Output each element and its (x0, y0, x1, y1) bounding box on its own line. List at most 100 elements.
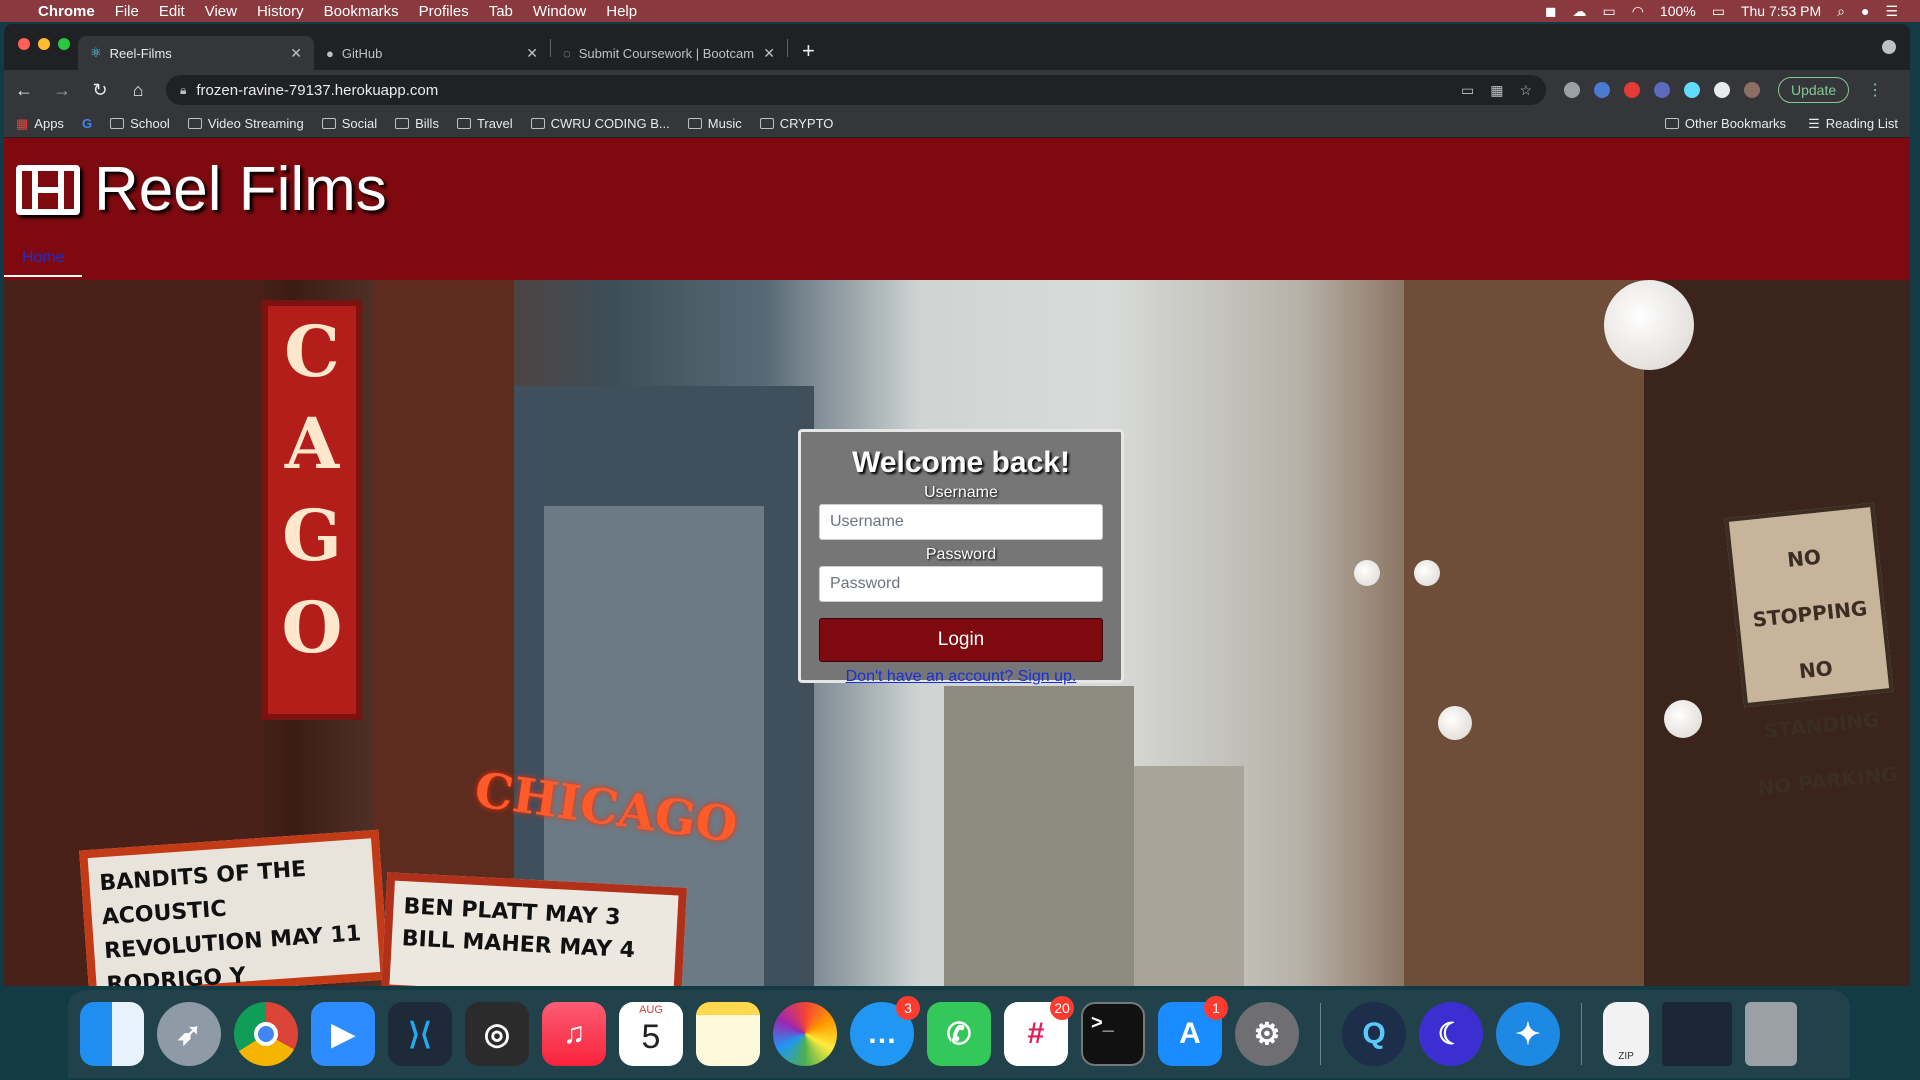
siri-icon[interactable]: ● (1861, 3, 1869, 19)
control-center-icon[interactable]: ☰ (1885, 3, 1898, 20)
login-button[interactable]: Login (819, 618, 1103, 662)
music-icon[interactable]: ♫ (542, 1002, 606, 1066)
bookmark-apps[interactable]: ▦ Apps (16, 116, 64, 132)
street-lamp-globe (1354, 560, 1380, 586)
address-bar[interactable]: 🔒︎ frozen-ravine-79137.herokuapp.com ▭ ▦… (166, 75, 1546, 105)
macos-menu-bar: Chrome File Edit View History Bookmarks … (0, 0, 1920, 22)
update-button[interactable]: Update (1778, 77, 1850, 103)
tab-submit-coursework[interactable]: ◌ Submit Coursework | Bootcamp ✕ (551, 36, 787, 70)
bookmark-school[interactable]: School (110, 116, 170, 131)
tab-search-icon[interactable] (1882, 40, 1896, 54)
extension-red-icon[interactable] (1624, 82, 1640, 98)
menu-history[interactable]: History (257, 3, 304, 20)
other-bookmarks[interactable]: Other Bookmarks (1664, 116, 1786, 132)
lock-icon[interactable]: 🔒︎ (180, 83, 186, 98)
bookmark-music[interactable]: Music (687, 116, 742, 131)
zip-file-icon[interactable]: ZIP (1603, 1002, 1649, 1066)
battery-percent: 100% (1659, 3, 1696, 19)
qr-code-icon[interactable]: ▦ (1490, 82, 1503, 99)
react-devtools-icon[interactable] (1684, 82, 1700, 98)
menu-edit[interactable]: Edit (159, 3, 185, 20)
app-store-icon[interactable]: A1 (1158, 996, 1228, 1066)
screen-mirror-icon[interactable]: ▭ (1602, 3, 1615, 20)
username-input[interactable] (819, 504, 1103, 540)
notes-icon[interactable] (696, 1002, 760, 1066)
wifi-icon[interactable]: ◠ (1632, 3, 1644, 20)
minimize-window-button[interactable] (38, 38, 50, 50)
folder-icon (456, 118, 471, 129)
finder-icon[interactable] (80, 1002, 144, 1066)
bookmark-cwru-coding[interactable]: CWRU CODING B... (530, 116, 670, 131)
extension-record-icon[interactable] (1564, 82, 1580, 98)
zoom-icon[interactable]: ▶ (311, 1002, 375, 1066)
bookmark-travel[interactable]: Travel (456, 116, 513, 131)
extension-badge-icon[interactable] (1654, 82, 1670, 98)
tab-close-icon[interactable]: ✕ (526, 45, 538, 62)
close-window-button[interactable] (18, 38, 30, 50)
signup-link[interactable]: Don't have an account? Sign up. (801, 668, 1121, 686)
facetime-icon[interactable]: ✆ (927, 1002, 991, 1066)
slack-icon[interactable]: #20 (1004, 996, 1074, 1066)
back-icon[interactable]: ← (14, 80, 34, 101)
kebab-menu-icon[interactable]: ⋮ (1867, 80, 1883, 100)
reload-icon[interactable]: ↻ (90, 80, 110, 101)
menu-tab[interactable]: Tab (489, 3, 513, 20)
tab-github[interactable]: ● GitHub ✕ (314, 36, 550, 70)
zip-label: ZIP (1618, 1051, 1634, 1062)
messages-icon[interactable]: … 3 (850, 996, 920, 1066)
forward-icon[interactable]: → (52, 80, 72, 101)
menu-file[interactable]: File (115, 3, 139, 20)
extension-camera-icon[interactable] (1594, 82, 1610, 98)
launchpad-icon[interactable]: ➶ (157, 1002, 221, 1066)
menu-profiles[interactable]: Profiles (419, 3, 469, 20)
night-app-icon[interactable]: ☾ (1419, 1002, 1483, 1066)
clock[interactable]: Thu 7:53 PM (1741, 3, 1821, 19)
bookmark-video-streaming[interactable]: Video Streaming (187, 116, 304, 131)
street-lamp-globe (1438, 706, 1472, 740)
street-lamp-globe (1414, 560, 1440, 586)
password-input[interactable] (819, 566, 1103, 602)
url-text[interactable]: frozen-ravine-79137.herokuapp.com (196, 82, 438, 99)
menu-window[interactable]: Window (533, 3, 586, 20)
bookmark-google[interactable]: G (82, 116, 92, 131)
battery-icon[interactable]: ▭ (1712, 3, 1725, 20)
reading-list-icon: ☰ (1808, 115, 1820, 131)
cast-icon[interactable]: ▭ (1461, 82, 1474, 99)
folder-icon (687, 118, 702, 129)
macos-dock: ➶ ▶ ⟩⟨ ◎ ♫ AUG 5 … 3 ✆ #20 >_ A1 ⚙ Q ☾ ✦ … (68, 990, 1850, 1078)
cloud-icon[interactable]: ☁ (1572, 3, 1586, 20)
vscode-icon[interactable]: ⟩⟨ (388, 1002, 452, 1066)
reading-list[interactable]: ☰ Reading List (1808, 116, 1898, 132)
disk-utility-icon[interactable]: ◎ (465, 1002, 529, 1066)
menu-bookmarks[interactable]: Bookmarks (324, 3, 399, 20)
trash-icon[interactable] (1745, 1002, 1797, 1066)
home-icon[interactable]: ⌂ (128, 80, 148, 101)
spotlight-search-icon[interactable]: ⌕ (1837, 3, 1845, 20)
system-preferences-icon[interactable]: ⚙ (1235, 1002, 1299, 1066)
chrome-icon[interactable] (234, 1002, 298, 1066)
zoom-window-button[interactable] (58, 38, 70, 50)
camera-status-icon[interactable]: ◼ (1545, 3, 1557, 20)
menu-app-name[interactable]: Chrome (38, 3, 95, 20)
new-tab-icon[interactable]: + (788, 38, 829, 70)
bookmark-social[interactable]: Social (321, 116, 377, 131)
tab-title: Reel-Films (109, 45, 172, 61)
tab-reel-films[interactable]: ⚛ Reel-Films ✕ (78, 36, 314, 70)
bookmark-bills[interactable]: Bills (395, 116, 439, 131)
bookmark-crypto[interactable]: CRYPTO (759, 116, 833, 131)
profile-avatar[interactable] (1744, 82, 1760, 98)
bookmark-star-icon[interactable]: ☆ (1519, 82, 1532, 99)
tab-close-icon[interactable]: ✕ (290, 45, 302, 62)
street-lamp-globe (1604, 280, 1694, 370)
quicktime-icon[interactable]: Q (1342, 1002, 1406, 1066)
menu-view[interactable]: View (205, 3, 237, 20)
menu-help[interactable]: Help (606, 3, 637, 20)
calendar-icon[interactable]: AUG 5 (619, 1002, 683, 1066)
photos-icon[interactable] (773, 1002, 837, 1066)
puzzle-extensions-icon[interactable] (1714, 82, 1730, 98)
vscode-window-thumbnail[interactable] (1662, 1002, 1732, 1066)
tab-close-icon[interactable]: ✕ (763, 45, 775, 62)
nav-home-link[interactable]: Home (22, 249, 65, 267)
safari-icon[interactable]: ✦ (1496, 1002, 1560, 1066)
terminal-icon[interactable]: >_ (1081, 1002, 1145, 1066)
